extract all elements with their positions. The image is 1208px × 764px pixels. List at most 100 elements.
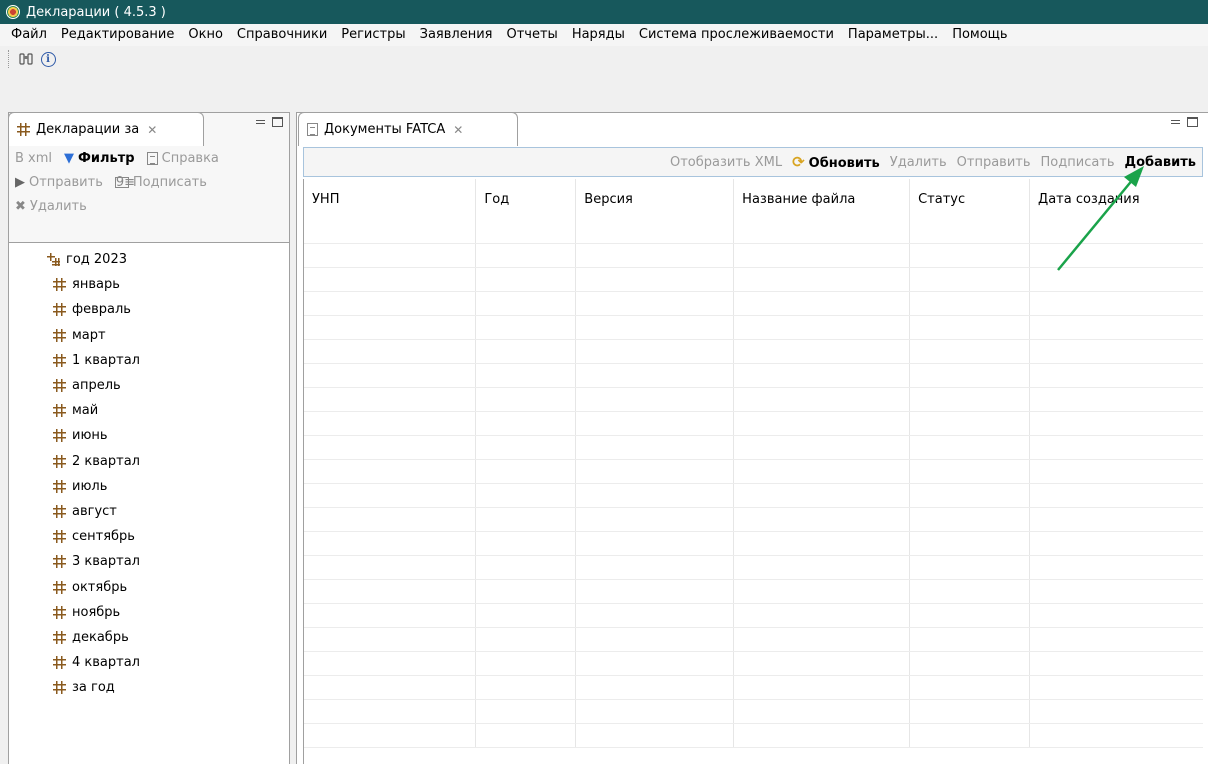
table-cell	[575, 243, 735, 268]
table-cell	[733, 723, 911, 748]
table-cell	[575, 699, 735, 724]
menu-references[interactable]: Справочники	[230, 24, 334, 46]
maximize-icon[interactable]	[1187, 117, 1198, 127]
tab-declarations[interactable]: Декларации за ✕	[8, 112, 204, 146]
tree-item-label: сентябрь	[72, 529, 135, 545]
menu-parameters[interactable]: Параметры...	[841, 24, 945, 46]
tree-item-label: декабрь	[72, 629, 129, 645]
sign-button[interactable]: Подписать	[1041, 155, 1115, 170]
table-cell	[475, 243, 577, 268]
refresh-label: Обновить	[808, 156, 880, 171]
add-button[interactable]: Добавить	[1125, 155, 1196, 170]
menu-applications[interactable]: Заявления	[413, 24, 500, 46]
send-button[interactable]: ▶ Отправить	[15, 175, 103, 190]
calendar-grid-icon	[53, 504, 66, 518]
table-cell	[733, 243, 911, 268]
tree-item[interactable]: февраль	[9, 297, 289, 322]
calendar-grid-icon	[53, 656, 66, 670]
table-row	[304, 651, 1203, 676]
filter-button[interactable]: ▼ Фильтр	[64, 151, 135, 166]
tree-item[interactable]: октябрь	[9, 574, 289, 599]
menu-reports[interactable]: Отчеты	[499, 24, 564, 46]
table-row	[304, 579, 1203, 604]
table-cell	[575, 579, 735, 604]
table-row	[304, 387, 1203, 412]
tree-item-label: июль	[72, 478, 108, 494]
tree-item[interactable]: апрель	[9, 373, 289, 398]
menu-help[interactable]: Помощь	[945, 24, 1014, 46]
tab-fatca-documents[interactable]: Документы FATCA ✕	[298, 112, 518, 146]
tree-item[interactable]: декабрь	[9, 625, 289, 650]
tree-item[interactable]: 3 квартал	[9, 549, 289, 574]
tree-item[interactable]: январь	[9, 272, 289, 297]
table-cell	[1029, 723, 1203, 748]
tree-item[interactable]: за год	[9, 675, 289, 700]
maximize-icon[interactable]	[272, 117, 283, 127]
minimize-icon[interactable]	[1171, 117, 1181, 127]
table-cell	[475, 267, 577, 292]
tree-item[interactable]: июнь	[9, 423, 289, 448]
menu-registers[interactable]: Регистры	[334, 24, 412, 46]
documents-table-wrap: УНП Год Версия Название файла Статус Дат…	[303, 179, 1203, 764]
menu-traceability[interactable]: Система прослеживаемости	[632, 24, 841, 46]
column-header-year[interactable]: Год	[475, 179, 577, 219]
tree-item-label: август	[72, 503, 117, 519]
help-button[interactable]: Справка	[146, 151, 219, 166]
table-row	[304, 459, 1203, 484]
tree-item[interactable]: сентябрь	[9, 524, 289, 549]
calendar-grid-icon	[53, 681, 66, 695]
close-icon[interactable]: ✕	[147, 123, 157, 137]
table-cell	[1029, 699, 1203, 724]
menu-orders[interactable]: Наряды	[565, 24, 632, 46]
refresh-button[interactable]: ⟳ Обновить	[792, 153, 880, 171]
column-header-version[interactable]: Версия	[575, 179, 735, 219]
document-icon	[307, 123, 318, 136]
column-header-unp[interactable]: УНП	[304, 179, 477, 219]
table-cell	[475, 603, 577, 628]
table-cell	[909, 243, 1031, 268]
table-cell	[1029, 339, 1203, 364]
tree-item[interactable]: 2 квартал	[9, 449, 289, 474]
tree-item[interactable]: июль	[9, 474, 289, 499]
tree-item[interactable]: 4 квартал	[9, 650, 289, 675]
table-cell	[304, 243, 477, 268]
table-cell	[475, 483, 577, 508]
show-xml-button[interactable]: Отобразить XML	[670, 155, 782, 170]
sign-button[interactable]: 9≡ Подписать	[114, 175, 207, 190]
tree-item[interactable]: март	[9, 323, 289, 348]
column-header-status[interactable]: Статус	[909, 179, 1031, 219]
tree-item[interactable]: август	[9, 499, 289, 524]
export-xml-button[interactable]: В xml	[15, 151, 52, 166]
play-icon: ▶	[15, 174, 25, 190]
table-cell	[1029, 363, 1203, 388]
column-header-created[interactable]: Дата создания	[1029, 179, 1203, 219]
tree-item[interactable]: май	[9, 398, 289, 423]
app-logo-icon	[6, 5, 20, 19]
minimize-icon[interactable]	[256, 117, 266, 127]
delete-button[interactable]: ✖ Удалить	[15, 199, 87, 214]
binoculars-icon[interactable]	[17, 50, 35, 68]
tree-item-year[interactable]: год 2023	[9, 247, 289, 272]
tree-item-label: 1 квартал	[72, 352, 140, 368]
table-cell	[1029, 315, 1203, 340]
menu-file[interactable]: Файл	[4, 24, 54, 46]
menu-window[interactable]: Окно	[181, 24, 230, 46]
table-cell	[304, 579, 477, 604]
table-cell	[475, 627, 577, 652]
delete-button[interactable]: Удалить	[890, 155, 947, 170]
close-icon[interactable]: ✕	[453, 123, 463, 137]
tree-item[interactable]: ноябрь	[9, 600, 289, 625]
tree-item[interactable]: 1 квартал	[9, 348, 289, 373]
delete-label: Удалить	[29, 198, 87, 214]
column-header-file-name[interactable]: Название файла	[733, 179, 911, 219]
table-cell	[475, 459, 577, 484]
table-cell	[733, 675, 911, 700]
table-cell	[1029, 579, 1203, 604]
info-button[interactable]: i	[39, 50, 57, 68]
table-cell	[1029, 387, 1203, 412]
menu-edit[interactable]: Редактирование	[54, 24, 181, 46]
tree-item-label: год 2023	[66, 252, 127, 268]
table-cell	[909, 603, 1031, 628]
table-cell	[909, 219, 1031, 244]
send-button[interactable]: Отправить	[957, 155, 1031, 170]
